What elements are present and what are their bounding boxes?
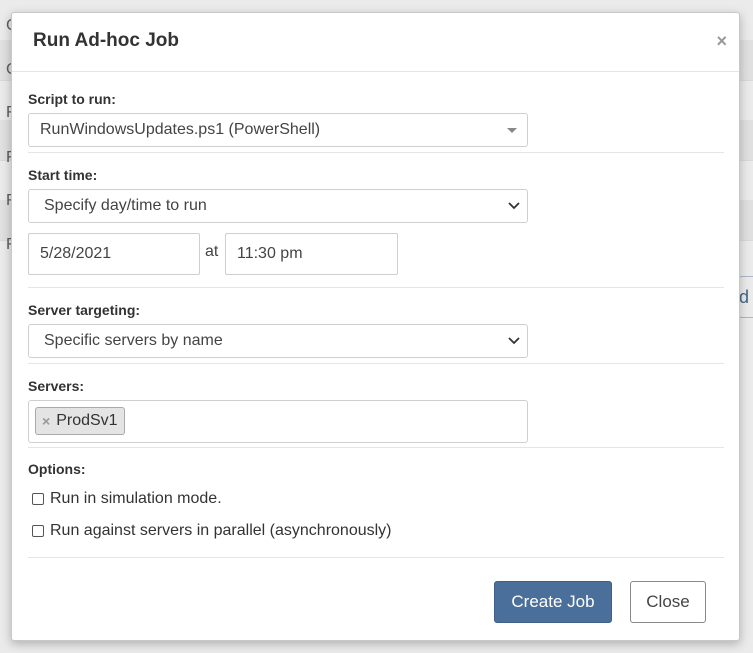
server-targeting-select[interactable]: Specific servers by name <box>28 324 528 358</box>
divider <box>28 447 724 448</box>
script-label: Script to run: <box>28 91 116 107</box>
server-tag: × ProdSv1 <box>35 407 125 435</box>
simulation-mode-checkbox[interactable] <box>32 493 44 505</box>
modal-header: Run Ad-hoc Job × <box>12 13 739 72</box>
simulation-mode-label[interactable]: Run in simulation mode. <box>50 490 222 508</box>
divider <box>28 152 724 153</box>
close-button[interactable]: Close <box>630 581 706 623</box>
chevron-down-icon <box>508 337 520 345</box>
start-date-input[interactable]: 5/28/2021 <box>28 233 200 275</box>
start-time-select[interactable]: Specify day/time to run <box>28 189 528 223</box>
parallel-checkbox[interactable] <box>32 525 44 537</box>
parallel-option[interactable]: Run against servers in parallel (asynchr… <box>32 522 392 540</box>
server-targeting-select-value: Specific servers by name <box>44 332 223 349</box>
script-select[interactable]: RunWindowsUpdates.ps1 (PowerShell) <box>28 113 528 147</box>
start-time-input[interactable]: 11:30 pm <box>225 233 398 275</box>
options-label: Options: <box>28 461 86 477</box>
server-targeting-label: Server targeting: <box>28 302 141 318</box>
divider <box>28 287 724 288</box>
create-job-button[interactable]: Create Job <box>494 581 612 623</box>
close-icon[interactable]: × <box>716 31 727 51</box>
divider <box>28 557 724 558</box>
servers-label: Servers: <box>28 378 85 394</box>
options-section: Options: <box>28 461 724 483</box>
caret-down-icon <box>507 128 517 133</box>
script-section: Script to run: RunWindowsUpdates.ps1 (Po… <box>28 91 724 147</box>
simulation-mode-option[interactable]: Run in simulation mode. <box>32 490 222 508</box>
run-adhoc-job-modal: Run Ad-hoc Job × Script to run: RunWindo… <box>11 12 740 641</box>
parallel-label[interactable]: Run against servers in parallel (asynchr… <box>50 522 392 540</box>
modal-title: Run Ad-hoc Job <box>33 30 179 51</box>
at-label: at <box>205 243 219 260</box>
start-time-select-value: Specify day/time to run <box>44 197 207 214</box>
remove-tag-icon[interactable]: × <box>42 408 50 434</box>
start-time-label: Start time: <box>28 167 98 183</box>
script-select-value: RunWindowsUpdates.ps1 (PowerShell) <box>40 121 321 138</box>
servers-section: Servers: × ProdSv1 <box>28 378 724 443</box>
server-targeting-section: Server targeting: Specific servers by na… <box>28 302 724 358</box>
chevron-down-icon <box>508 202 520 210</box>
servers-tag-input[interactable]: × ProdSv1 <box>28 400 528 443</box>
divider <box>28 363 724 364</box>
server-tag-label: ProdSv1 <box>56 412 118 429</box>
start-time-section: Start time: Specify day/time to run <box>28 167 724 223</box>
